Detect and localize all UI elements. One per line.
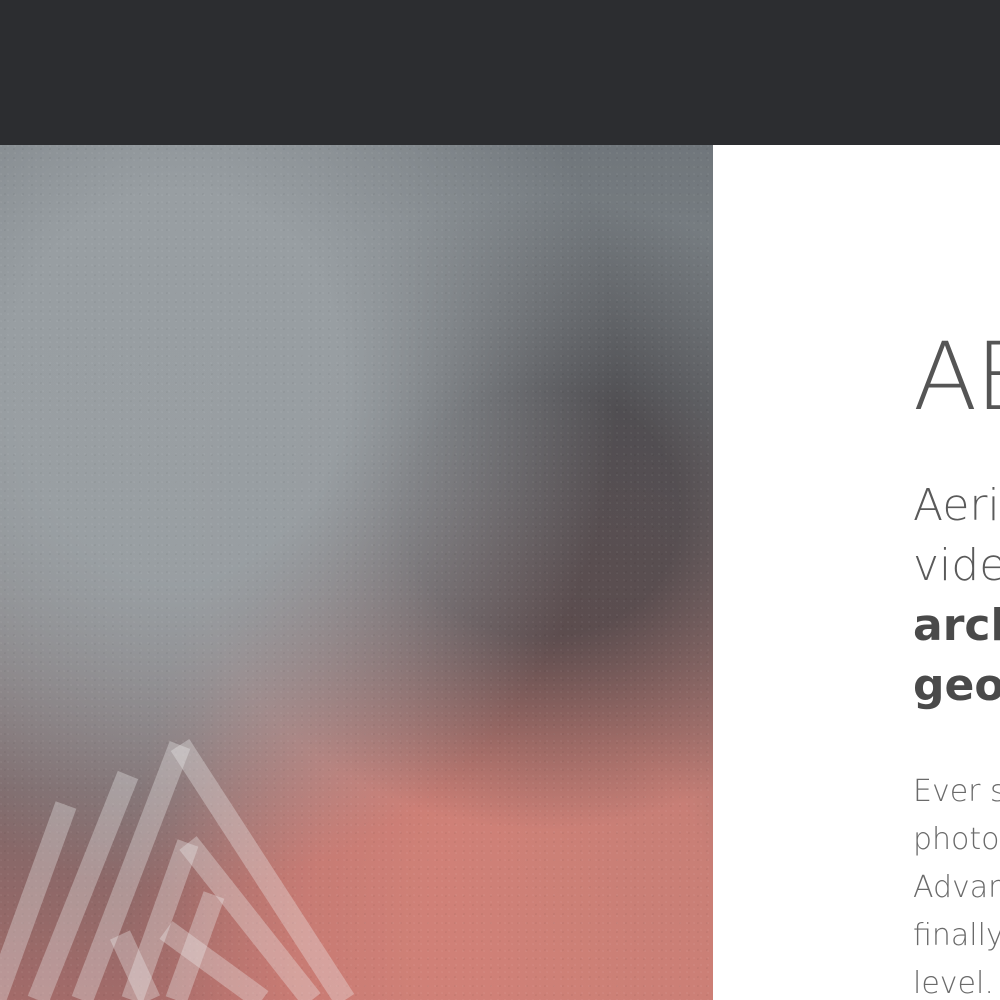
about-body: Ever s photo Advan finally level. I xyxy=(913,768,1000,1000)
lead-line-2: vide xyxy=(913,540,1000,591)
lead-line-4: geo xyxy=(913,660,1000,711)
top-header-bar xyxy=(0,0,1000,145)
lead-line-1: Aeria xyxy=(913,480,1000,531)
body-line-1: Ever s xyxy=(913,774,1000,809)
body-line-2: photo xyxy=(913,822,1000,857)
body-line-3: Advan xyxy=(913,870,1000,905)
about-section: AB Aeria vide arch geo Ever s photo Adva… xyxy=(913,145,1000,1000)
lead-line-3: arch xyxy=(913,600,1000,651)
hero-image xyxy=(0,145,713,1000)
body-line-4: finally xyxy=(913,918,1000,953)
body-line-5: level. I xyxy=(913,966,1000,1000)
a-line-logo-icon xyxy=(0,739,355,1000)
about-lead: Aeria vide arch geo xyxy=(913,476,1000,716)
page-title: AB xyxy=(913,323,1000,432)
